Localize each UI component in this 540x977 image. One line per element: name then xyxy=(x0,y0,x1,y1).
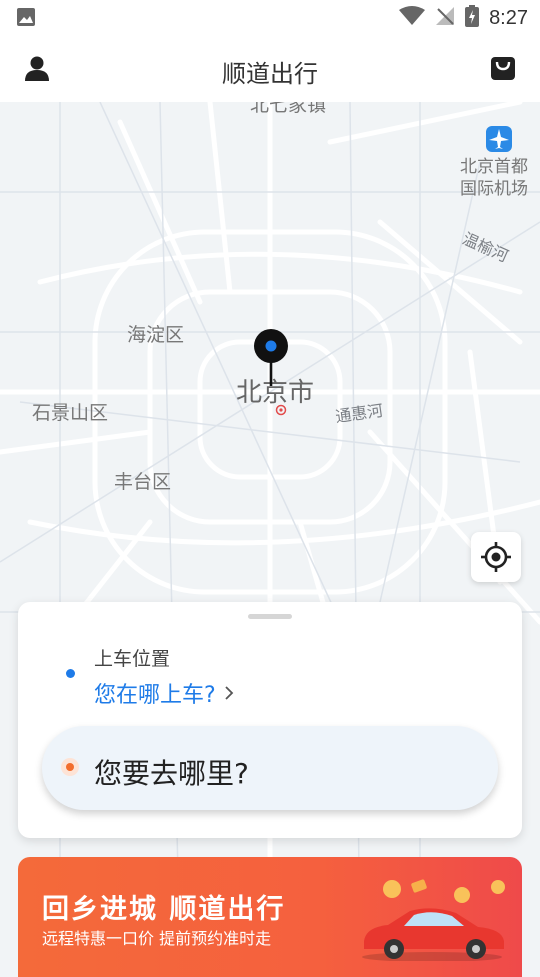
map-label-beiqijia: 北七家镇 xyxy=(250,102,327,116)
battery-icon xyxy=(465,5,480,31)
chevron-right-icon xyxy=(225,686,233,700)
orders-button[interactable] xyxy=(490,55,516,85)
pickup-location-selector[interactable]: 您在哪上车? xyxy=(94,677,234,709)
map-label-haidian: 海淀区 xyxy=(127,324,185,346)
pickup-location-text: 您在哪上车? xyxy=(94,683,216,708)
shopping-bag-icon xyxy=(491,57,515,80)
map-pin-icon xyxy=(254,329,288,386)
pickup-label: 上车位置 xyxy=(94,648,171,670)
city-center-marker-icon xyxy=(275,404,287,416)
banner-subline: 远程特惠一口价 提前预约准时走 xyxy=(42,929,272,948)
car-illustration-icon xyxy=(362,879,505,961)
banner-headline: 回乡进城 顺道出行 xyxy=(42,894,286,925)
destination-input[interactable]: 您要去哪里? xyxy=(42,726,498,810)
status-bar: 8:27 xyxy=(0,0,540,36)
image-notification-icon xyxy=(16,7,36,31)
pickup-location-pin[interactable] xyxy=(252,328,290,392)
pickup-dot-icon xyxy=(66,669,75,678)
page-title: 顺道出行 xyxy=(222,60,318,88)
promo-banner[interactable]: 回乡进城 顺道出行 远程特惠一口价 提前预约准时走 xyxy=(18,857,522,977)
no-signal-icon xyxy=(435,6,455,30)
locate-me-button[interactable] xyxy=(471,532,521,582)
map-label-airport-line2: 国际机场 xyxy=(460,179,528,199)
map-label-fengtai: 丰台区 xyxy=(114,471,172,493)
app-header: 顺道出行 xyxy=(0,36,540,102)
wifi-icon xyxy=(399,6,426,30)
map-label-shijingshan: 石景山区 xyxy=(32,402,109,424)
airport-icon xyxy=(486,126,512,152)
drag-handle[interactable] xyxy=(248,614,292,619)
clock: 8:27 xyxy=(489,6,528,29)
crosshair-location-icon xyxy=(481,542,511,572)
destination-placeholder: 您要去哪里? xyxy=(94,757,249,790)
status-icons: 8:27 xyxy=(399,5,528,31)
map-label-airport-line1: 北京首都 xyxy=(460,157,528,177)
ride-booking-card: 上车位置 您在哪上车? 您要去哪里? xyxy=(18,602,522,838)
destination-dot-icon xyxy=(61,758,79,776)
map-label-airport: 北京首都 国际机场 xyxy=(460,156,528,200)
